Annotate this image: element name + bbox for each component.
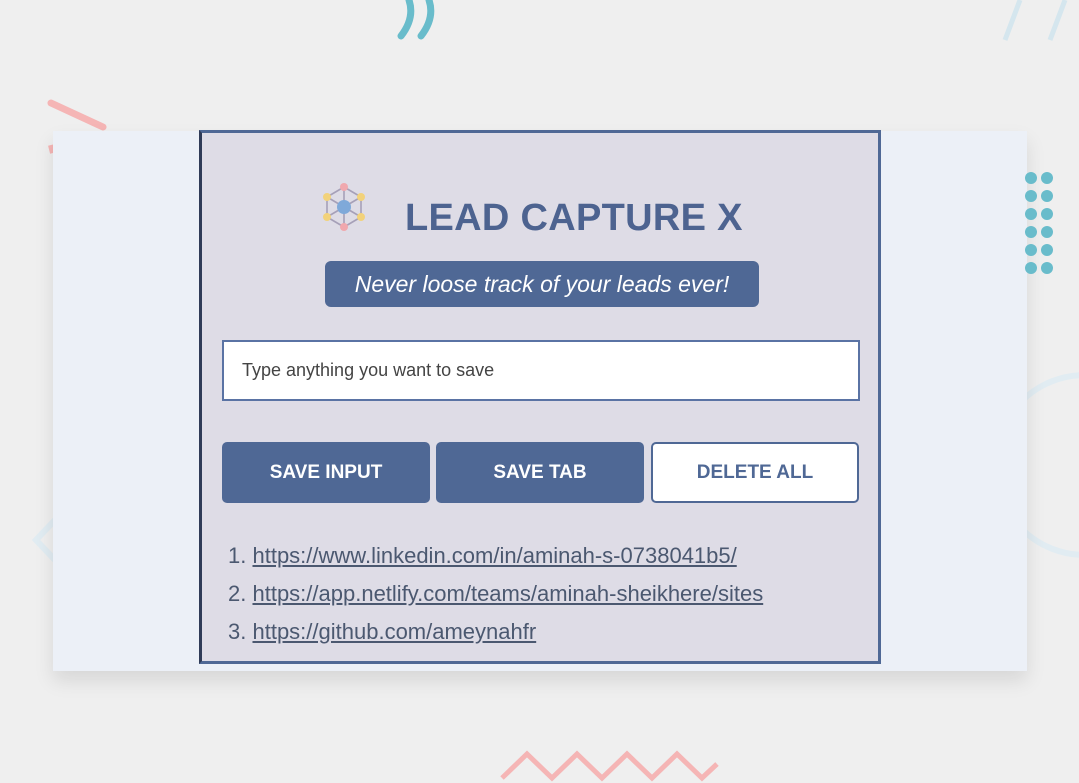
save-input-button[interactable]: SAVE INPUT xyxy=(222,442,430,503)
list-item-number: 2. xyxy=(228,581,247,606)
delete-all-button[interactable]: DELETE ALL xyxy=(651,442,859,503)
list-item: 2. https://app.netlify.com/teams/aminah-… xyxy=(228,575,763,613)
extension-popup: LEAD CAPTURE X Never loose track of your… xyxy=(199,130,881,664)
leads-list: 1. https://www.linkedin.com/in/aminah-s-… xyxy=(228,537,763,651)
lead-input[interactable] xyxy=(222,340,860,401)
list-item-number: 3. xyxy=(228,619,247,644)
lead-link[interactable]: https://app.netlify.com/teams/aminah-she… xyxy=(252,581,763,606)
list-item: 1. https://www.linkedin.com/in/aminah-s-… xyxy=(228,537,763,575)
tagline-badge: Never loose track of your leads ever! xyxy=(325,261,759,307)
quote-mark-decoration xyxy=(397,0,435,40)
network-molecule-icon xyxy=(323,183,365,231)
zigzag-decoration xyxy=(500,750,719,782)
app-title: LEAD CAPTURE X xyxy=(405,197,743,239)
save-tab-button[interactable]: SAVE TAB xyxy=(436,442,644,503)
slash-lines-decoration xyxy=(1002,0,1068,41)
lead-link[interactable]: https://www.linkedin.com/in/aminah-s-073… xyxy=(252,543,736,568)
list-item-number: 1. xyxy=(228,543,247,568)
list-item: 3. https://github.com/ameynahfr xyxy=(228,613,763,651)
lead-link[interactable]: https://github.com/ameynahfr xyxy=(252,619,536,644)
dot-grid-decoration xyxy=(1025,172,1053,274)
header: LEAD CAPTURE X xyxy=(202,181,878,241)
